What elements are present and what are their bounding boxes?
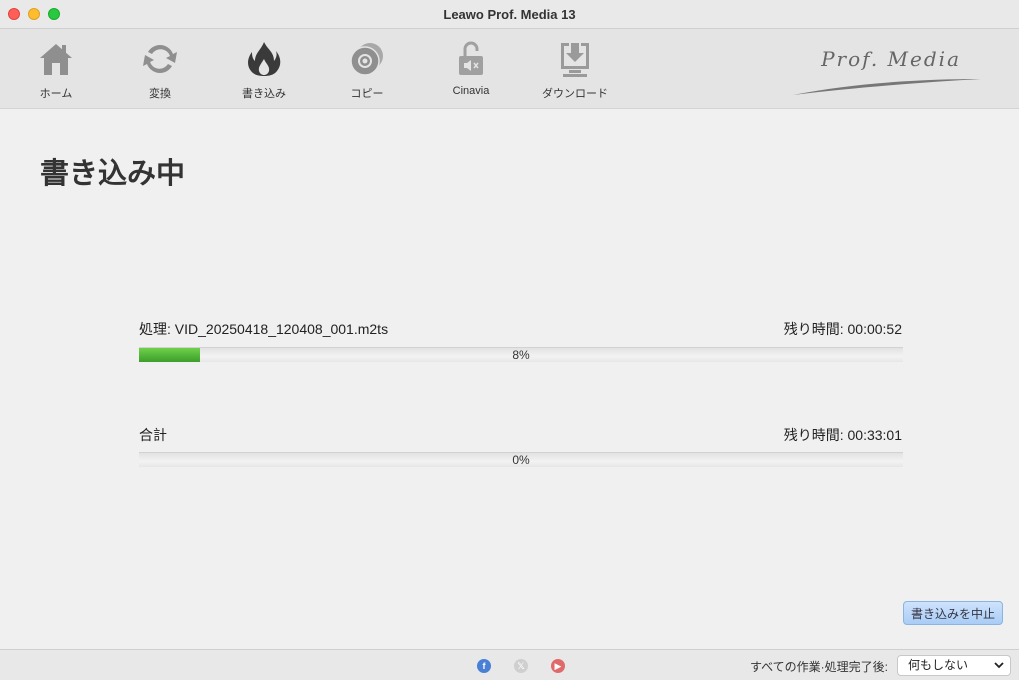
after-completion-value: 何もしない: [908, 658, 969, 672]
brand-logo: Prof. Media: [793, 45, 983, 95]
toolbar-item-label: 変換: [149, 88, 171, 100]
total-progress-bar: 0%: [139, 452, 903, 467]
toolbar-convert-button[interactable]: 変換: [115, 39, 205, 103]
brand-swoosh-icon: [793, 79, 981, 95]
stop-burning-button[interactable]: 書き込みを中止: [903, 601, 1003, 625]
close-window-button[interactable]: [8, 8, 20, 20]
burn-icon: [248, 42, 281, 76]
toolbar-copy-button[interactable]: コピー: [322, 39, 412, 103]
download-icon: [561, 43, 589, 77]
minimize-window-button[interactable]: [28, 8, 40, 20]
chevron-down-icon: [994, 662, 1004, 669]
total-label: 合計: [139, 427, 167, 443]
current-remaining-time: 00:00:52: [847, 321, 903, 337]
toolbar-download-button[interactable]: ダウンロード: [530, 39, 620, 103]
status-bar: f 𝕏 ▶ すべての作業·処理完了後: 何もしない: [0, 649, 1019, 680]
youtube-icon[interactable]: ▶: [551, 659, 565, 673]
cinavia-unlock-icon: [459, 41, 483, 75]
toolbar-item-label: ホーム: [39, 88, 73, 100]
facebook-icon[interactable]: f: [477, 659, 491, 673]
toolbar-cinavia-button[interactable]: Cinavia: [426, 39, 516, 103]
current-remaining-row: 残り時間: 00:00:52: [784, 319, 902, 339]
remaining-time-label: 残り時間:: [783, 321, 844, 337]
main-toolbar: ホーム 変換 書き込み コピー Cinavia ダウンロード Prof. Med…: [0, 29, 1019, 109]
current-file-label: 処理:: [139, 321, 171, 337]
window-title: Leawo Prof. Media 13: [443, 6, 576, 22]
total-remaining-row: 残り時間: 00:33:01: [784, 425, 902, 445]
current-progress-bar: 8%: [139, 347, 903, 362]
current-file-row: 処理: VID_20250418_120408_001.m2ts: [139, 319, 388, 339]
toolbar-burn-button[interactable]: 書き込み: [219, 39, 309, 103]
copy-disc-icon: [350, 43, 383, 76]
toolbar-home-button[interactable]: ホーム: [11, 39, 101, 103]
x-twitter-icon[interactable]: 𝕏: [514, 659, 528, 673]
after-completion-label: すべての作業·処理完了後:: [749, 660, 888, 674]
total-remaining-time: 00:33:01: [847, 427, 903, 443]
current-progress-text: 8%: [512, 348, 530, 362]
remaining-time-label: 残り時間:: [783, 427, 844, 443]
convert-icon: [143, 45, 177, 73]
toolbar-item-label: 書き込み: [242, 88, 286, 100]
title-bar: Leawo Prof. Media 13: [0, 0, 1019, 29]
after-completion-select[interactable]: 何もしない: [897, 655, 1011, 676]
toolbar-item-label: ダウンロード: [542, 88, 608, 100]
total-progress-text: 0%: [512, 453, 530, 467]
current-file-name: VID_20250418_120408_001.m2ts: [174, 321, 389, 337]
window-controls: [8, 8, 60, 20]
maximize-window-button[interactable]: [48, 8, 60, 20]
page-title: 書き込み中: [40, 158, 186, 190]
home-icon: [40, 44, 72, 75]
toolbar-item-label: Cinavia: [452, 85, 490, 97]
toolbar-item-label: コピー: [350, 88, 384, 100]
